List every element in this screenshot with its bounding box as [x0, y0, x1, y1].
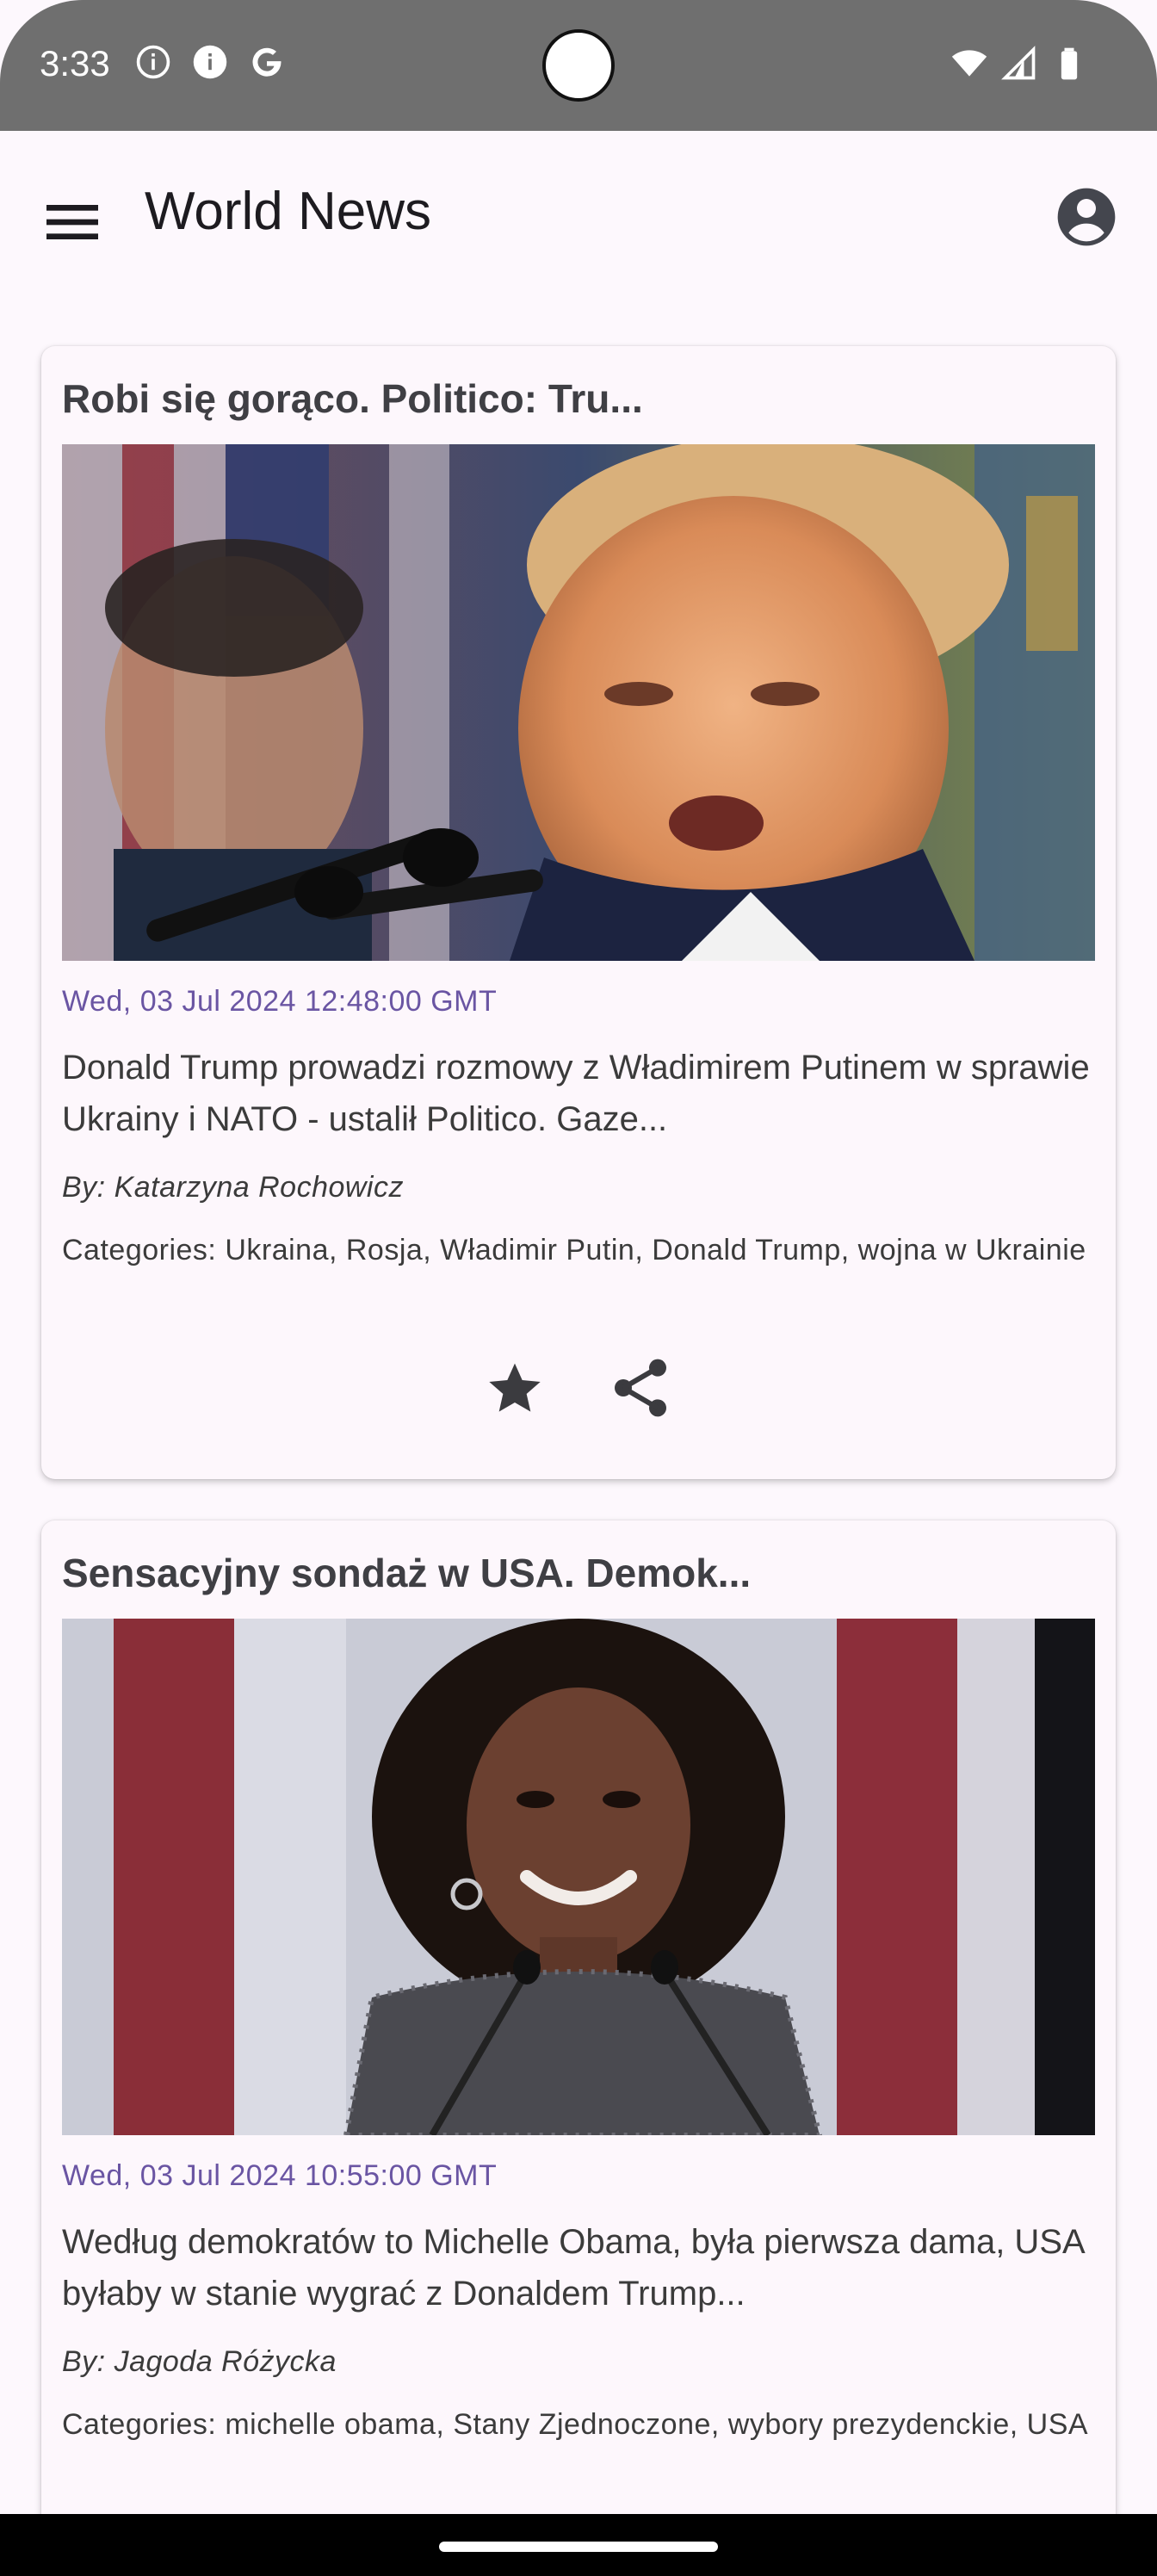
article-categories: Categories: michelle obama, Stany Zjedno… — [62, 2408, 1089, 2441]
article-date: Wed, 03 Jul 2024 12:48:00 GMT — [62, 985, 498, 1018]
article-image — [62, 1619, 1095, 2135]
wifi-icon — [951, 50, 987, 77]
article-description: Donald Trump prowadzi rozmowy z Władimir… — [62, 1049, 1090, 1138]
article-categories: Categories: Ukraina, Rosja, Władimir Put… — [62, 1234, 1086, 1266]
article-card[interactable]: Robi się gorąco. Politico: Tru... Wed, 0… — [41, 346, 1116, 1479]
article-date: Wed, 03 Jul 2024 10:55:00 GMT — [62, 2159, 498, 2192]
account-circle-icon[interactable] — [1052, 183, 1121, 251]
google-g-icon — [252, 47, 282, 77]
status-time: 3:33 — [40, 43, 110, 84]
info-filled-icon — [193, 45, 227, 79]
camera-cutout — [542, 29, 615, 102]
article-description: Według demokratów to Michelle Obama, był… — [62, 2223, 1084, 2313]
article-author: By: Jagoda Różycka — [62, 2345, 337, 2378]
article-title: Robi się gorąco. Politico: Tru... — [62, 376, 643, 421]
article-actions — [41, 1353, 1116, 1440]
status-bar: 3:33 — [0, 0, 1157, 131]
battery-icon — [1061, 47, 1078, 80]
app-title: World News — [145, 182, 432, 241]
gesture-handle[interactable] — [439, 2542, 718, 2552]
article-author: By: Katarzyna Rochowicz — [62, 1171, 404, 1204]
status-system-icons — [950, 45, 1088, 83]
article-image — [62, 444, 1095, 961]
article-title: Sensacyjny sondaż w USA. Demok... — [62, 1551, 752, 1595]
article-card[interactable]: Sensacyjny sondaż w USA. Demok... Wed, 0… — [41, 1520, 1116, 2576]
info-outline-icon — [136, 45, 170, 79]
share-icon[interactable] — [606, 1353, 675, 1422]
top-app-bar: World News — [0, 131, 1157, 300]
star-icon[interactable] — [480, 1353, 549, 1422]
status-notification-icons — [134, 43, 286, 81]
cell-signal-icon — [1001, 46, 1036, 80]
menu-icon[interactable] — [38, 188, 107, 257]
